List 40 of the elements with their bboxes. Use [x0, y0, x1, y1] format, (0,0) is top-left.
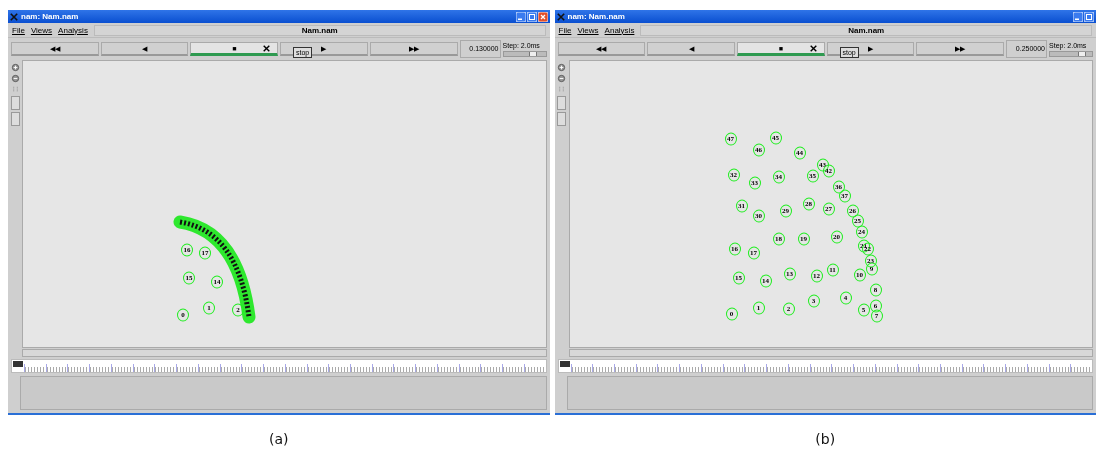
grip-icon[interactable] [10, 85, 20, 94]
x-logo-icon [10, 12, 18, 21]
time-marker-icon[interactable] [13, 361, 23, 367]
minimize-icon[interactable] [1073, 11, 1083, 22]
cursor-icon [263, 45, 270, 52]
menu-item[interactable]: Views [577, 25, 599, 35]
horizontal-scrollbar[interactable] [22, 349, 547, 357]
menu-item[interactable]: File [558, 25, 572, 35]
figure-caption: (b) [815, 431, 836, 447]
timeline[interactable] [11, 359, 547, 373]
zoom-in-icon[interactable] [557, 63, 566, 72]
figure-caption: (a) [269, 431, 289, 447]
slider-box[interactable] [557, 96, 566, 110]
menu-item[interactable]: Analysis [58, 25, 88, 35]
step-slider[interactable] [502, 50, 547, 57]
maximize-icon[interactable] [526, 11, 537, 22]
time-marker-icon[interactable] [559, 361, 570, 367]
close-icon[interactable] [537, 11, 548, 22]
minimize-icon[interactable] [515, 11, 526, 22]
slider-box[interactable] [10, 112, 20, 126]
menu-item[interactable]: Analysis [604, 25, 635, 35]
grip-icon[interactable] [557, 85, 566, 94]
slider-box[interactable] [10, 96, 20, 110]
zoom-in-icon[interactable] [10, 63, 20, 72]
file-name-label: Nam.nam [93, 24, 546, 36]
zoom-out-icon[interactable] [557, 74, 566, 83]
slider-thumb[interactable] [1077, 51, 1086, 56]
maximize-icon[interactable] [1084, 11, 1094, 22]
step-slider[interactable] [1049, 50, 1093, 57]
window-title: nam: Nam.nam [567, 12, 626, 21]
horizontal-scrollbar[interactable] [568, 349, 1093, 357]
window-title: nam: Nam.nam [21, 12, 80, 21]
menu-item[interactable]: File [12, 25, 25, 35]
menu-item[interactable]: Views [30, 25, 53, 35]
file-name-label: Nam.nam [640, 24, 1092, 36]
slider-thumb[interactable] [528, 51, 537, 56]
cursor-icon [809, 45, 817, 52]
x-logo-icon [556, 12, 565, 21]
zoom-out-icon[interactable] [10, 74, 20, 83]
slider-box[interactable] [557, 112, 566, 126]
